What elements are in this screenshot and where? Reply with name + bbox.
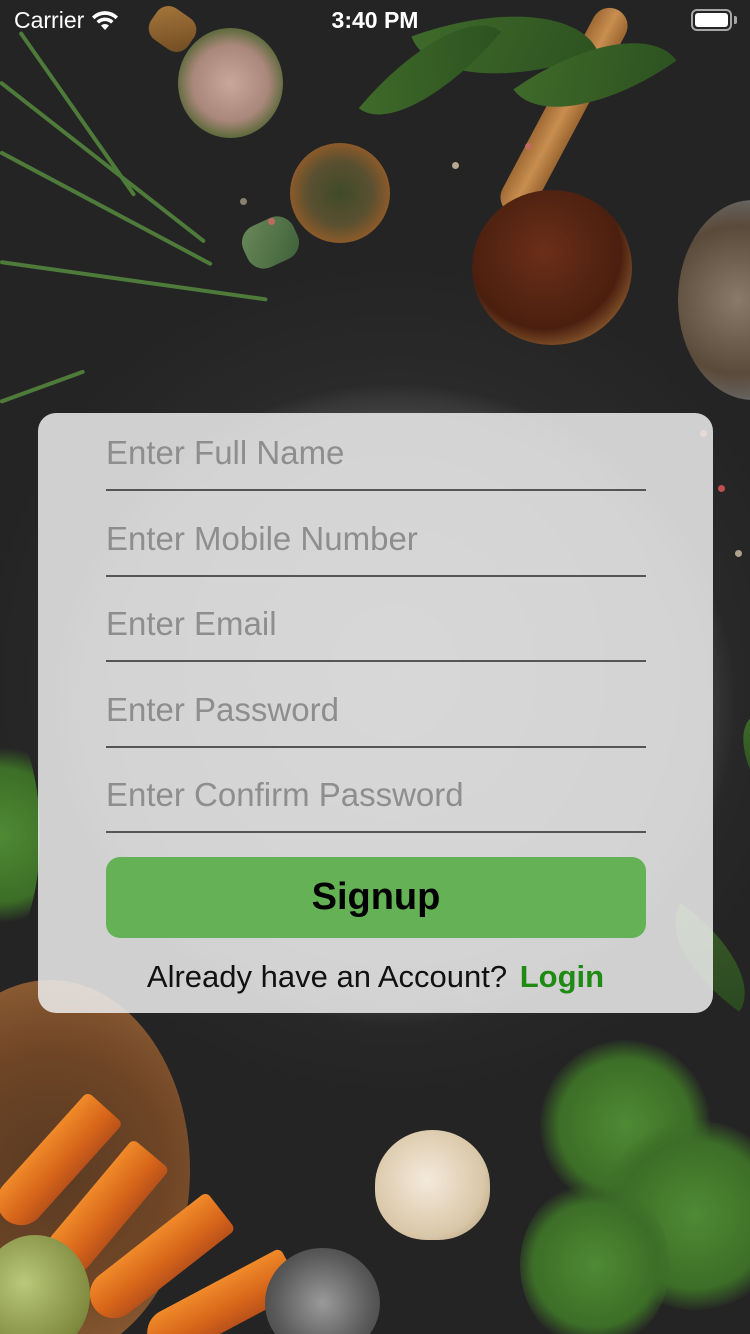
garlic-decoration <box>375 1130 490 1240</box>
parsley-decoration <box>600 1120 750 1310</box>
parsley-decoration <box>540 1040 710 1210</box>
peppercorn-decoration <box>452 162 459 169</box>
salt-bowl-decoration <box>178 28 283 138</box>
signup-button[interactable]: Signup <box>106 857 646 938</box>
peppercorn-decoration <box>735 550 742 557</box>
rosemary-decoration <box>18 30 137 197</box>
pear-decoration <box>0 1235 90 1334</box>
peppercorn-decoration <box>268 218 275 225</box>
login-link[interactable]: Login <box>520 959 604 994</box>
rosemary-decoration <box>0 150 213 267</box>
peppercorn-decoration <box>240 198 247 205</box>
status-bar: Carrier 3:40 PM <box>0 0 750 40</box>
email-field-container <box>106 584 646 662</box>
carrot-bowl-decoration <box>0 980 190 1334</box>
wooden-spoon-decoration <box>472 190 632 345</box>
jar-decoration <box>265 1248 380 1334</box>
password-field-container <box>106 670 646 748</box>
rosemary-decoration <box>0 369 86 404</box>
peppercorn-decoration <box>525 143 532 150</box>
battery-icon <box>691 9 737 31</box>
carrot-decoration <box>36 1138 170 1285</box>
signup-card: Signup Already have an Account? Login <box>38 413 713 1013</box>
carrot-decoration <box>0 1091 124 1236</box>
full-name-input[interactable] <box>106 429 646 477</box>
parsley-decoration <box>520 1180 670 1334</box>
carrot-decoration <box>138 1247 303 1334</box>
pepper-bowl-decoration <box>290 143 390 243</box>
full-name-field-container <box>106 413 646 491</box>
carrot-decoration <box>80 1191 236 1328</box>
confirm-password-input[interactable] <box>106 771 646 819</box>
mobile-field-container <box>106 499 646 577</box>
mobile-number-input[interactable] <box>106 515 646 563</box>
password-input[interactable] <box>106 686 646 734</box>
signup-screen: Carrier 3:40 PM Enter Full Name Enter Mo… <box>0 0 750 1334</box>
rosemary-decoration <box>0 260 268 302</box>
status-time: 3:40 PM <box>331 7 419 33</box>
peppercorn-decoration <box>718 485 725 492</box>
login-prompt-row: Already have an Account? Login <box>38 959 713 995</box>
login-prompt-text: Already have an Account? <box>146 959 508 994</box>
rosemary-decoration <box>0 80 207 244</box>
bay-leaf-decoration <box>727 716 750 784</box>
confirm-password-field-container <box>106 755 646 833</box>
peppercorn-bowl-decoration <box>678 200 750 400</box>
parsley-decoration <box>0 720 40 950</box>
email-input[interactable] <box>106 600 646 648</box>
pepper-bowl-handle <box>236 210 305 275</box>
